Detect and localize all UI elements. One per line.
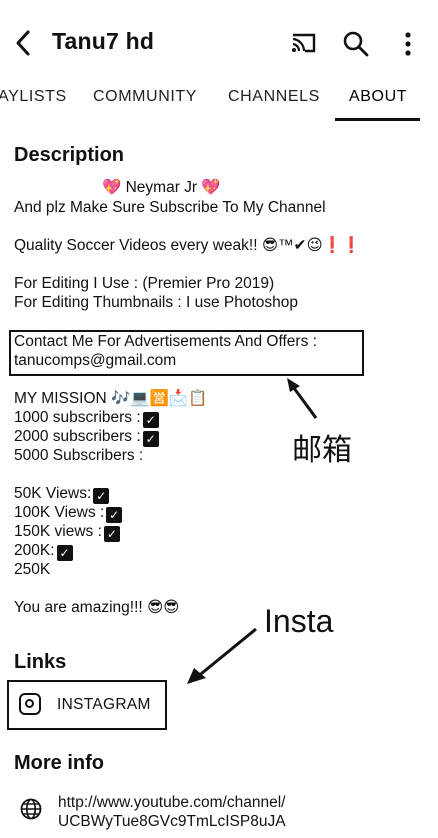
more-options-button[interactable] [396, 30, 420, 58]
description-line: For Editing I Use : (Premier Pro 2019) [14, 275, 275, 292]
arrow-back-icon [16, 30, 30, 56]
tab-community[interactable]: COMMUNITY [93, 88, 197, 106]
description-line: Quality Soccer Videos every weak!! 😎™✔😉❗… [14, 237, 362, 254]
contact-email[interactable]: tanucomps@gmail.com [14, 351, 176, 370]
channel-title: Tanu7 hd [52, 28, 155, 54]
cast-icon [292, 33, 316, 53]
instagram-link-label: INSTAGRAM [57, 696, 151, 713]
search-button[interactable] [342, 30, 372, 58]
description-line: 100K Views : ✓ [14, 503, 123, 523]
more-info-heading: More info [14, 752, 104, 774]
contact-line: Contact Me For Advertisements And Offers… [14, 333, 317, 350]
tab-channels[interactable]: CHANNELS [228, 88, 320, 106]
description-heading: Description [14, 144, 125, 166]
checkbox-icon: ✓ [93, 488, 110, 504]
channel-tabs: AYLISTS COMMUNITY CHANNELS ABOUT [0, 80, 438, 122]
description-line: 2000 subscribers : ✓ [14, 427, 159, 447]
search-icon [343, 31, 369, 57]
description-line: MY MISSION 🎶💻🈺📩📋 [14, 390, 208, 407]
description-line: And plz Make Sure Subscribe To My Channe… [14, 199, 326, 216]
description-line: For Editing Thumbnails : I use Photoshop [14, 294, 299, 311]
more-vert-icon [405, 32, 411, 56]
description-line: 150K views : ✓ [14, 522, 120, 542]
insta-annotation-label: Insta [264, 603, 334, 639]
description-line: You are amazing!!! 😎😎 [14, 599, 180, 616]
description-line: 1000 subscribers : ✓ [14, 408, 159, 428]
links-heading: Links [14, 651, 67, 673]
channel-url-line2[interactable]: UCBWyTue8GVc9TmLcISP8uJA [58, 812, 286, 831]
checkbox-icon: ✓ [56, 545, 73, 561]
top-app-bar: Tanu7 hd [0, 0, 438, 80]
description-line: 💖 Neymar Jr 💖 [102, 179, 221, 196]
checkbox-icon: ✓ [142, 431, 159, 447]
instagram-icon [19, 693, 41, 715]
back-button[interactable] [10, 28, 38, 58]
checkbox-icon: ✓ [142, 412, 159, 428]
active-tab-indicator [335, 118, 420, 121]
instagram-link[interactable]: INSTAGRAM [7, 680, 167, 730]
checkbox-icon: ✓ [106, 507, 123, 523]
tab-playlists[interactable]: AYLISTS [0, 88, 67, 106]
channel-url-line1[interactable]: http://www.youtube.com/channel/ [58, 793, 285, 812]
checkbox-icon: ✓ [103, 526, 120, 542]
globe-icon [20, 798, 42, 820]
cast-button[interactable] [290, 30, 320, 58]
tab-about[interactable]: ABOUT [349, 88, 407, 106]
description-line: 50K Views: ✓ [14, 484, 110, 504]
email-annotation-label: 邮箱 [292, 433, 352, 468]
description-line: 200K: ✓ [14, 541, 73, 561]
arrow-annotation-email [287, 378, 318, 419]
description-line: 5000 Subscribers : [14, 447, 144, 464]
arrow-annotation-insta [187, 627, 257, 684]
description-line: 250K [14, 561, 51, 578]
